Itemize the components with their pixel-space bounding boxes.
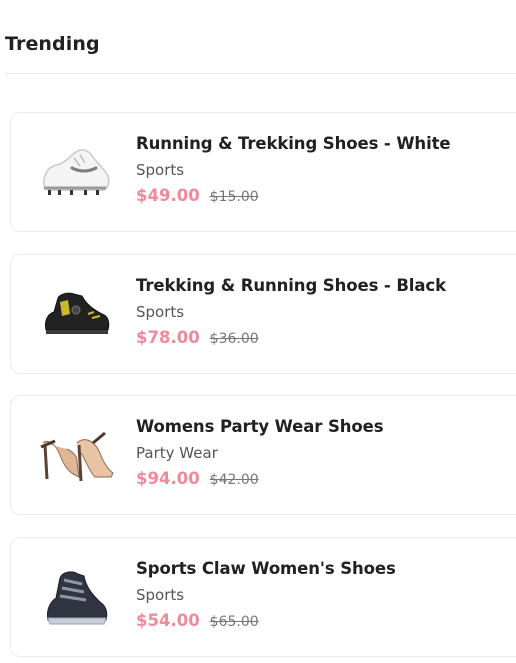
product-card[interactable]: Trekking & Running Shoes - Black Sports … bbox=[10, 254, 516, 374]
product-category: Sports bbox=[136, 161, 185, 179]
product-image[interactable] bbox=[35, 131, 119, 215]
product-old-price: $65.00 bbox=[209, 614, 259, 630]
black-boot-icon bbox=[45, 292, 110, 334]
product-category: Party Wear bbox=[136, 444, 218, 462]
product-old-price: $15.00 bbox=[209, 189, 259, 205]
product-price: $54.00 bbox=[136, 611, 200, 630]
product-image[interactable] bbox=[35, 556, 119, 640]
product-category: Sports bbox=[136, 303, 185, 321]
product-image[interactable] bbox=[35, 414, 119, 498]
high-heel-icon bbox=[40, 431, 114, 482]
product-price: $49.00 bbox=[136, 186, 200, 205]
product-category: Sports bbox=[136, 586, 185, 604]
white-sneaker-icon bbox=[43, 149, 110, 195]
product-name[interactable]: Sports Claw Women's Shoes bbox=[136, 558, 516, 580]
section-divider bbox=[5, 73, 516, 74]
product-card[interactable]: Running & Trekking Shoes - White Sports … bbox=[10, 112, 516, 232]
product-name[interactable]: Trekking & Running Shoes - Black bbox=[136, 275, 516, 297]
product-image[interactable] bbox=[35, 273, 119, 357]
product-name[interactable]: Womens Party Wear Shoes bbox=[136, 416, 516, 438]
product-card[interactable]: Womens Party Wear Shoes Party Wear $94.0… bbox=[10, 395, 516, 515]
product-old-price: $36.00 bbox=[209, 331, 259, 347]
high-top-sneaker-icon bbox=[47, 571, 108, 625]
product-price: $94.00 bbox=[136, 469, 200, 488]
product-price: $78.00 bbox=[136, 328, 200, 347]
product-old-price: $42.00 bbox=[209, 472, 259, 488]
product-card[interactable]: Sports Claw Women's Shoes Sports $54.00 … bbox=[10, 537, 516, 657]
section-title: Trending bbox=[5, 33, 100, 55]
product-name[interactable]: Running & Trekking Shoes - White bbox=[136, 133, 516, 155]
